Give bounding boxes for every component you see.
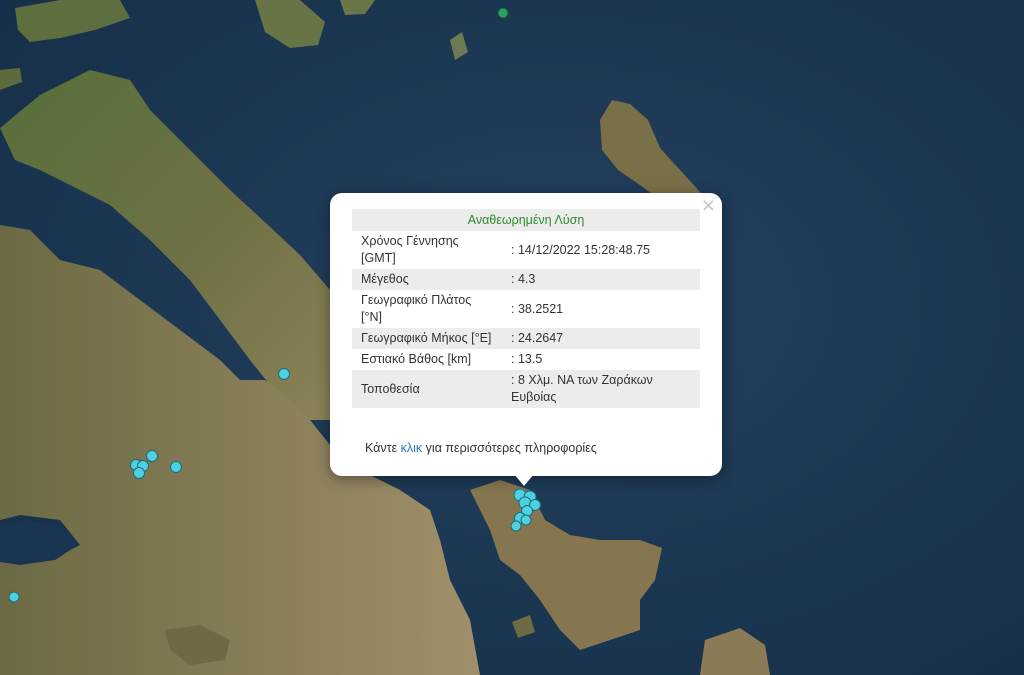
more-suffix: για περισσότερες πληροφορίες <box>422 441 597 455</box>
row-value: : 38.2521 <box>511 301 564 316</box>
earthquake-marker[interactable] <box>8 591 20 603</box>
row-label: Μέγεθος <box>352 269 502 290</box>
earthquake-info-table: Αναθεωρημένη Λύση Χρόνος Γέννησης [GMT] … <box>352 209 700 408</box>
row-location: Τοποθεσία : 8 Χλμ. ΝΑ των Ζαράκων Ευβοία… <box>352 370 700 408</box>
earthquake-marker[interactable] <box>278 368 290 380</box>
earthquake-marker[interactable] <box>133 467 145 479</box>
row-latitude: Γεωγραφικό Πλάτος [°N] : 38.2521 <box>352 290 700 328</box>
more-prefix: Κάντε <box>365 441 401 455</box>
earthquake-marker[interactable] <box>170 461 182 473</box>
more-info-link[interactable]: κλικ <box>401 441 423 455</box>
row-depth: Εστιακό Βάθος [km] : 13.5 <box>352 349 700 370</box>
popup-tip <box>514 474 534 486</box>
row-label: Τοποθεσία <box>352 370 502 408</box>
earthquake-marker[interactable] <box>146 450 158 462</box>
close-icon[interactable]: × <box>701 197 716 215</box>
row-longitude: Γεωγραφικό Μήκος [°E] : 24.2647 <box>352 328 700 349</box>
row-magnitude: Μέγεθος : 4.3 <box>352 269 700 290</box>
earthquake-marker[interactable] <box>510 520 522 532</box>
earthquake-marker[interactable] <box>520 514 532 526</box>
row-label: Γεωγραφικό Πλάτος [°N] <box>361 293 472 324</box>
row-label: Γεωγραφικό Μήκος [°E] <box>352 328 502 349</box>
row-value: : 14/12/2022 15:28:48.75 <box>511 242 651 257</box>
row-label: Εστιακό Βάθος [km] <box>361 352 472 366</box>
row-origin-time: Χρόνος Γέννησης [GMT] : 14/12/2022 15:28… <box>352 231 700 269</box>
earthquake-info-popup: × Αναθεωρημένη Λύση Χρόνος Γέννησης [GMT… <box>330 193 722 476</box>
earthquake-marker[interactable] <box>497 7 509 19</box>
row-value: : 4.3 <box>502 269 700 290</box>
row-value: : 13.5 <box>511 352 543 366</box>
row-value: : 24.2647 <box>502 328 700 349</box>
row-label: Χρόνος Γέννησης [GMT] <box>361 234 459 265</box>
popup-title: Αναθεωρημένη Λύση <box>352 209 700 231</box>
row-value: : 8 Χλμ. ΝΑ των Ζαράκων Ευβοίας <box>502 370 700 408</box>
more-info-text: Κάντε κλικ για περισσότερες πληροφορίες <box>365 441 597 455</box>
